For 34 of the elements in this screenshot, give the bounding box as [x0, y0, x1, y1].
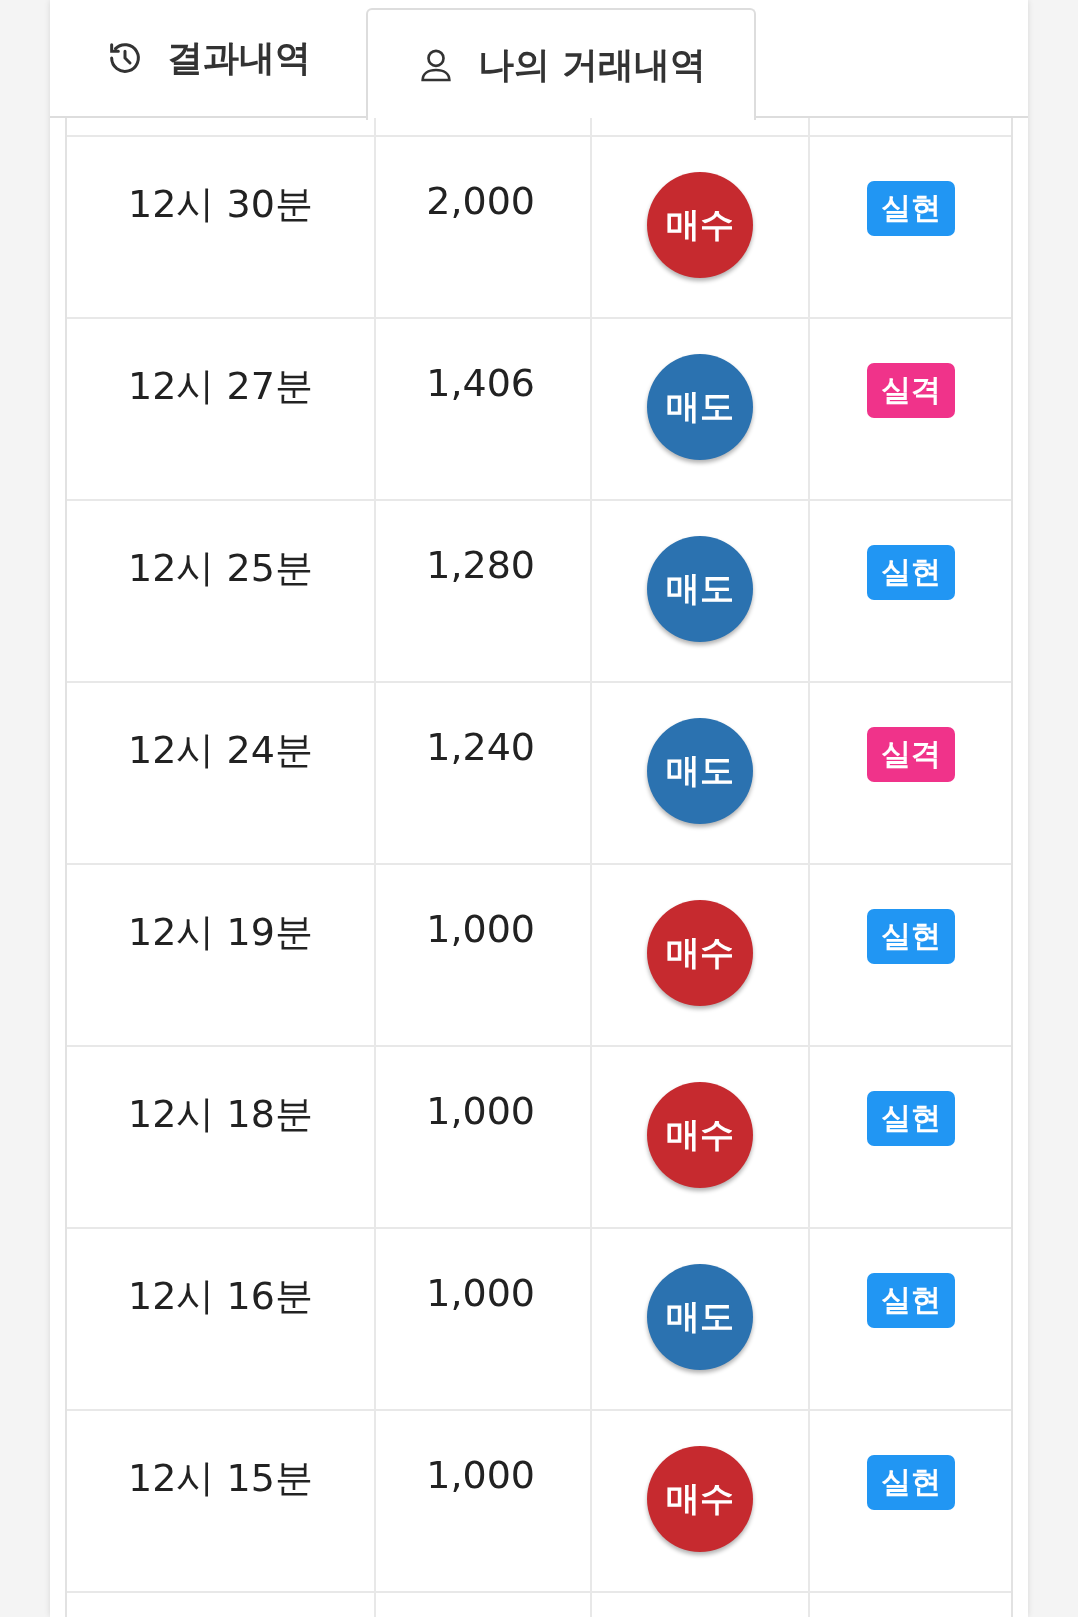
time-text: 12시 30분 — [128, 181, 313, 228]
amount-text: 1,000 — [426, 1453, 535, 1497]
time-text: 12시 16분 — [128, 1273, 313, 1320]
trade-side-badge: 매도 — [647, 718, 753, 824]
time-text: 12시 27분 — [128, 363, 313, 410]
result-badge: 실격 — [866, 363, 955, 418]
time-text: 12시 19분 — [128, 909, 313, 956]
time-text: 12시 24분 — [128, 727, 313, 774]
trade-side-badge: 매수 — [647, 1082, 753, 1188]
tab[interactable]: 나의 거래내역 — [366, 8, 756, 120]
result-badge: 실현 — [866, 545, 955, 600]
amount-text: 1,000 — [426, 1089, 535, 1133]
trade-side-badge: 매수 — [647, 900, 753, 1006]
result-badge: 실현 — [866, 1455, 955, 1510]
amount-text: 1,240 — [426, 725, 535, 769]
time-text: 12시 18분 — [128, 1091, 313, 1138]
trade-side-badge: 매도 — [647, 1264, 753, 1370]
amount-text: 1,280 — [426, 543, 535, 587]
amount-text: 1,000 — [426, 1271, 535, 1315]
amount-text: 1,406 — [426, 361, 535, 405]
trade-side-badge: 매수 — [647, 172, 753, 278]
time-text: 12시 15분 — [128, 1455, 313, 1502]
result-badge: 실격 — [866, 727, 955, 782]
trade-side-badge: 매수 — [647, 1446, 753, 1552]
result-badge: 실현 — [866, 1091, 955, 1146]
result-badge: 실현 — [866, 909, 955, 964]
trade-side-badge: 매도 — [647, 354, 753, 460]
amount-text: 1,000 — [426, 907, 535, 951]
time-text: 12시 25분 — [128, 545, 313, 592]
tab[interactable]: 결과내역 — [50, 0, 366, 116]
trade-side-badge: 매도 — [647, 536, 753, 642]
result-badge: 실현 — [866, 181, 955, 236]
amount-text: 2,000 — [426, 179, 535, 223]
result-badge: 실현 — [866, 1273, 955, 1328]
